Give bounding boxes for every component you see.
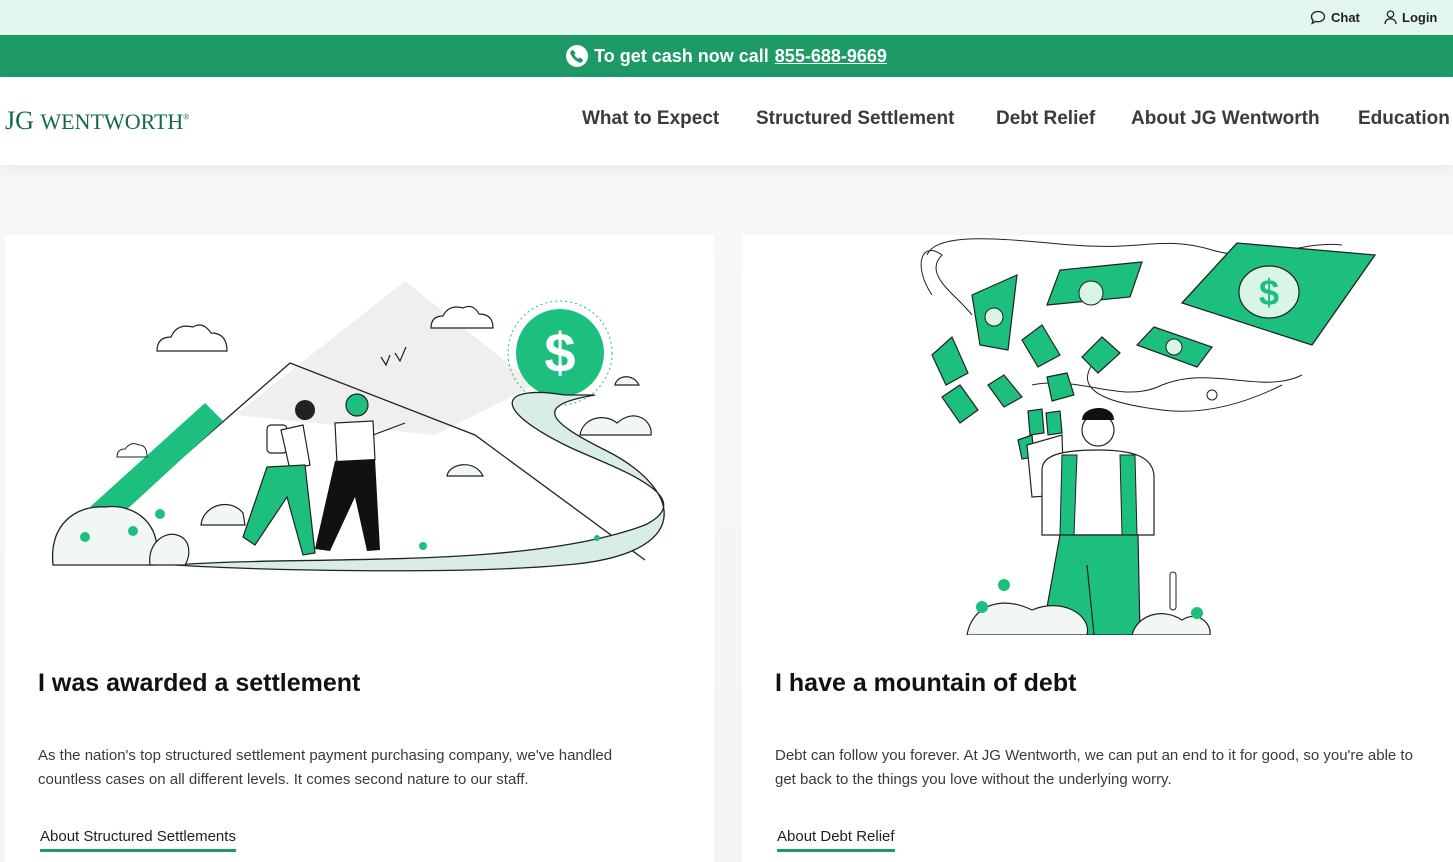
nav-item-debt-relief[interactable]: Debt Relief	[996, 108, 1095, 130]
nav-item-structured-settlement[interactable]: Structured Settlement	[756, 108, 954, 130]
svg-text:$: $	[1259, 272, 1279, 313]
nav-item-about-jg-wentworth[interactable]: About JG Wentworth	[1131, 108, 1320, 130]
debt-card: $ I have a mountain of debt Debt can fol…	[742, 235, 1453, 862]
login-label: Login	[1402, 9, 1438, 25]
about-debt-relief-link[interactable]: About Debt Relief	[777, 828, 895, 852]
debt-card-body: Debt can follow you forever. At JG Wentw…	[775, 747, 1413, 788]
promo-text: To get cash now call	[594, 45, 769, 66]
debt-card-title: I have a mountain of debt	[775, 669, 1077, 697]
settlement-card-title: I was awarded a settlement	[38, 669, 361, 697]
phone-icon	[566, 45, 589, 67]
chat-bubble-icon	[1310, 10, 1326, 25]
main-nav: What to Expect Structured Settlement Deb…	[0, 108, 1453, 134]
promo-bar: To get cash now call 855-688-9669	[0, 35, 1453, 77]
chat-label: Chat	[1331, 9, 1360, 25]
about-structured-settlements-link[interactable]: About Structured Settlements	[40, 828, 236, 852]
utility-bar: Chat Login	[0, 0, 1453, 35]
site-header: JG Wentworth® What to Expect Structured …	[0, 77, 1453, 165]
svg-text:$: $	[544, 321, 575, 384]
flying-money-illustration: $	[920, 238, 1377, 635]
content-area: $ I was awarded a settlement As the nati…	[0, 165, 1453, 862]
nav-item-education[interactable]: Education	[1358, 108, 1450, 130]
nav-item-what-to-expect[interactable]: What to Expect	[582, 108, 719, 130]
dollar-bill-icon: $	[931, 242, 1377, 464]
login-link[interactable]: Login	[1384, 7, 1437, 27]
settlement-card-body: As the nation's top structured settlemen…	[38, 747, 613, 788]
hikers-mountain-illustration: $	[51, 281, 665, 572]
user-icon	[1384, 9, 1397, 24]
chat-link[interactable]: Chat	[1310, 7, 1360, 27]
promo-phone-link[interactable]: 855-688-9669	[775, 46, 887, 67]
settlement-card: $ I was awarded a settlement As the nati…	[5, 235, 714, 862]
person-icon	[1026, 407, 1155, 635]
